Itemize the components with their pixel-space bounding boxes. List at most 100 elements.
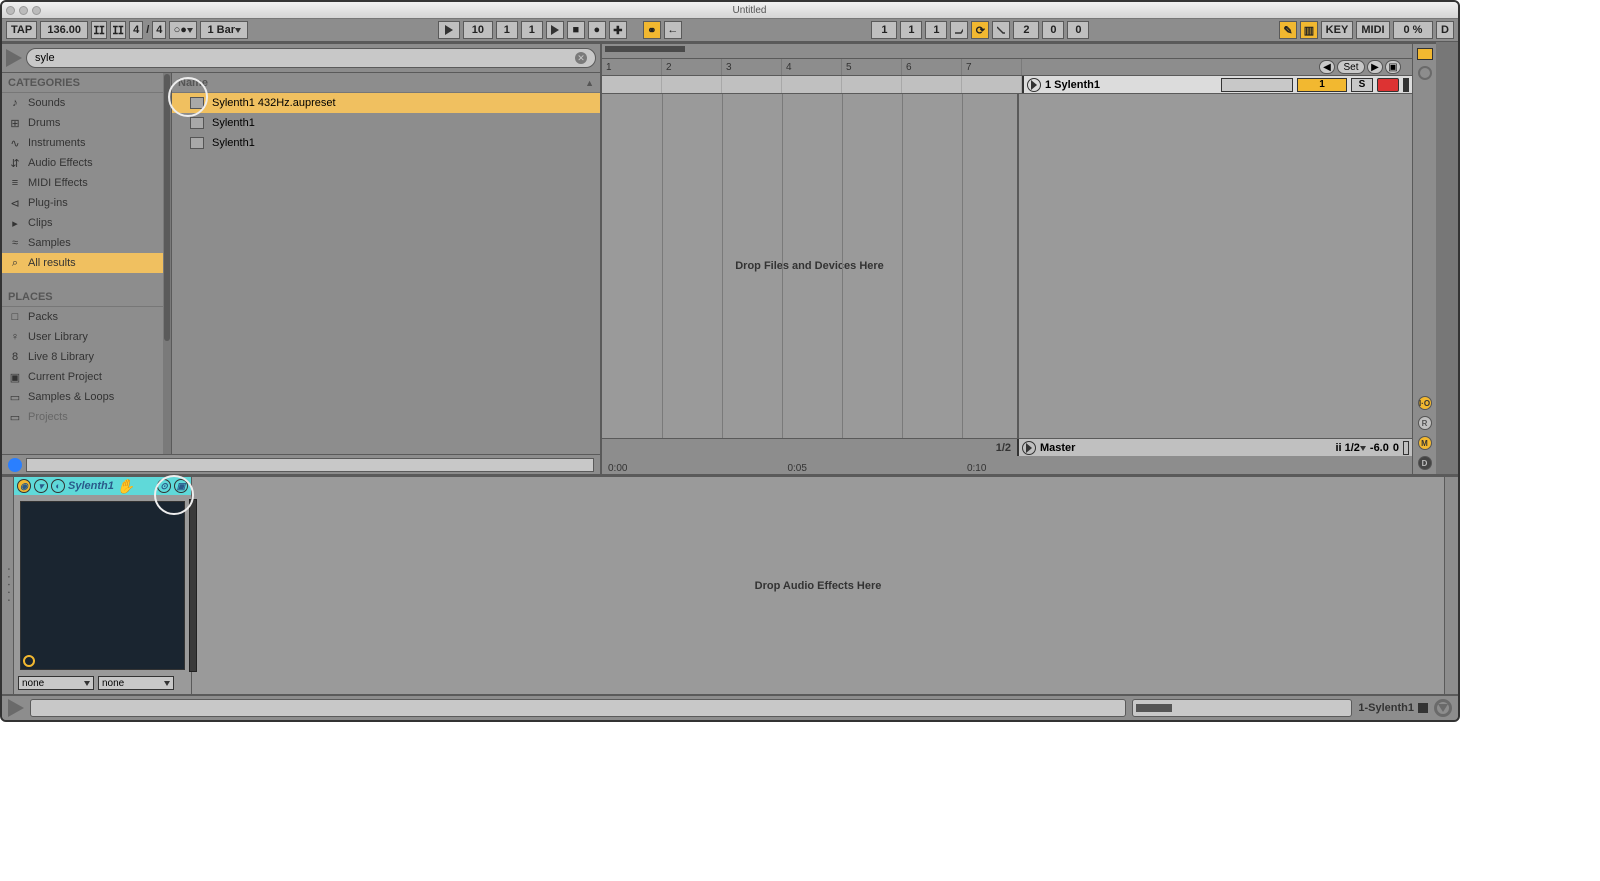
place-packs[interactable]: □Packs	[2, 307, 171, 327]
cat-plugins[interactable]: ⊲Plug-ins	[2, 193, 171, 213]
re-enable-automation[interactable]: ←	[664, 21, 682, 39]
loop-start-beat[interactable]: 1	[900, 21, 922, 39]
track-solo-button[interactable]: S	[1351, 78, 1373, 92]
time-sig-den[interactable]: 4	[152, 21, 166, 39]
d-button[interactable]: D	[1418, 456, 1432, 470]
device-scrollbar[interactable]	[189, 499, 197, 672]
preview-play-icon[interactable]	[6, 49, 22, 67]
m-button[interactable]: M	[1418, 436, 1432, 450]
set-locator-button[interactable]: Set	[1337, 60, 1365, 74]
traffic-close[interactable]	[6, 6, 15, 15]
preview-bar[interactable]	[26, 458, 594, 472]
master-pan[interactable]: 0	[1393, 442, 1399, 454]
computer-midi-keyboard-icon[interactable]: ▥	[1300, 21, 1318, 39]
arrangement-drop-area[interactable]: Drop Files and Devices Here	[602, 94, 1412, 438]
track-name[interactable]: 1 Sylenth1	[1045, 79, 1217, 91]
bpm-field[interactable]: 136.00	[40, 21, 88, 39]
device-activator-icon[interactable]: ◉	[17, 479, 31, 493]
pos-bar[interactable]: 10	[463, 21, 493, 39]
cat-all-results[interactable]: ⌕All results	[2, 253, 171, 273]
device-param-2-select[interactable]: none	[98, 676, 174, 690]
place-projects[interactable]: ▭Projects	[2, 407, 171, 427]
track-activator[interactable]: 1	[1297, 78, 1347, 92]
results-header[interactable]: Name▲	[172, 73, 600, 93]
master-quantize-select[interactable]: ii 1/2	[1335, 442, 1365, 454]
punch-out-button[interactable]	[992, 21, 1010, 39]
sort-icon[interactable]: ▲	[585, 78, 594, 88]
follow-button[interactable]	[438, 21, 460, 39]
result-item-3[interactable]: Sylenth1	[172, 133, 600, 153]
loop-button[interactable]: ⟳	[971, 21, 989, 39]
device-param-1-select[interactable]: none	[18, 676, 94, 690]
quantize-select[interactable]: 1 Bar	[200, 21, 248, 39]
tap-button[interactable]: TAP	[6, 21, 37, 39]
stop-button[interactable]: ■	[567, 21, 585, 39]
device-expand-icon[interactable]: ⊙	[157, 479, 171, 493]
play-button[interactable]	[546, 21, 564, 39]
track-lane[interactable]	[602, 76, 1022, 93]
place-samples-loops[interactable]: ▭Samples & Loops	[2, 387, 171, 407]
loop-length-beat[interactable]: 0	[1042, 21, 1064, 39]
record-button[interactable]: ●	[588, 21, 606, 39]
disk-overload-button[interactable]: D	[1436, 21, 1454, 39]
nudge-up[interactable]: ⵊⵊ	[110, 21, 126, 39]
overview[interactable]	[602, 44, 1412, 58]
traffic-zoom[interactable]	[32, 6, 41, 15]
loop-length-sixteenth[interactable]: 0	[1067, 21, 1089, 39]
place-live8[interactable]: 8Live 8 Library	[2, 347, 171, 367]
prev-locator-button[interactable]: ◀	[1319, 60, 1335, 74]
pos-sixteenth[interactable]: 1	[521, 21, 543, 39]
master-label[interactable]: Master	[1040, 442, 1331, 454]
search-input[interactable]: syle ✕	[26, 48, 596, 68]
punch-in-button[interactable]	[950, 21, 968, 39]
pos-beat[interactable]: 1	[496, 21, 518, 39]
device-drop-area[interactable]: Drop Audio Effects Here	[192, 477, 1444, 694]
cat-midi-effects[interactable]: ≡MIDI Effects	[2, 173, 171, 193]
device-show-icon[interactable]: ◐	[51, 479, 65, 493]
place-current-project[interactable]: ▣Current Project	[2, 367, 171, 387]
preview-toggle-icon[interactable]	[8, 458, 22, 472]
metronome-button[interactable]: ○●	[169, 21, 197, 39]
clear-search-icon[interactable]: ✕	[575, 52, 587, 64]
place-user-library[interactable]: ♀User Library	[2, 327, 171, 347]
track-arm-button[interactable]	[1377, 78, 1399, 92]
draw-mode-icon[interactable]: ✎	[1279, 21, 1297, 39]
result-item-2[interactable]: Sylenth1	[172, 113, 600, 133]
midi-map-button[interactable]: MIDI	[1356, 21, 1390, 39]
cat-audio-effects[interactable]: ⇵Audio Effects	[2, 153, 171, 173]
io-button[interactable]: I·O	[1418, 396, 1432, 410]
nudge-down[interactable]: ⵊⵊ	[91, 21, 107, 39]
help-view-toggle-icon[interactable]	[1434, 699, 1452, 717]
time-sig-num[interactable]: 4	[129, 21, 143, 39]
loop-locator-icon[interactable]: ▣	[1385, 60, 1401, 74]
status-long-field[interactable]	[30, 699, 1126, 717]
device-view-handle[interactable]: • • • • •	[2, 477, 14, 694]
overdub-button[interactable]: ✚	[609, 21, 627, 39]
cat-drums[interactable]: ⊞Drums	[2, 113, 171, 133]
device-right-handle[interactable]	[1444, 477, 1458, 694]
master-stop-button[interactable]	[1022, 441, 1036, 455]
status-play-icon[interactable]	[8, 699, 24, 717]
traffic-minimize[interactable]	[19, 6, 28, 15]
key-map-button[interactable]: KEY	[1321, 21, 1353, 39]
device-header[interactable]: ◉ ▾ ◐ Sylenth1 ✋ ⊙ ▣	[14, 477, 191, 495]
master-volume[interactable]: -6.0	[1370, 442, 1389, 454]
show-hide-button[interactable]	[1417, 48, 1433, 60]
r-button[interactable]: R	[1418, 416, 1432, 430]
round-icon[interactable]	[1418, 66, 1432, 80]
next-locator-button[interactable]: ▶	[1367, 60, 1383, 74]
cat-instruments[interactable]: ∿Instruments	[2, 133, 171, 153]
loop-length-bar[interactable]: 2	[1013, 21, 1039, 39]
cat-clips[interactable]: ▸Clips	[2, 213, 171, 233]
loop-start-bar[interactable]: 1	[871, 21, 897, 39]
loop-start-sixteenth[interactable]: 1	[925, 21, 947, 39]
automation-arm-icon[interactable]: ⚭	[643, 21, 661, 39]
track-volume-slider[interactable]	[1221, 78, 1293, 92]
timeline-ruler[interactable]: 1 2 3 4 5 6 7 ◀ Set ▶ ▣	[602, 58, 1412, 76]
track-stop-button[interactable]	[1027, 78, 1041, 92]
cat-sounds[interactable]: ♪Sounds	[2, 93, 171, 113]
plugin-window[interactable]	[20, 501, 185, 670]
hot-swap-icon[interactable]: ▾	[34, 479, 48, 493]
result-item-1[interactable]: Sylenth1 432Hz.aupreset	[172, 93, 600, 113]
track-header[interactable]: 1 Sylenth1 1 S	[1022, 76, 1412, 93]
